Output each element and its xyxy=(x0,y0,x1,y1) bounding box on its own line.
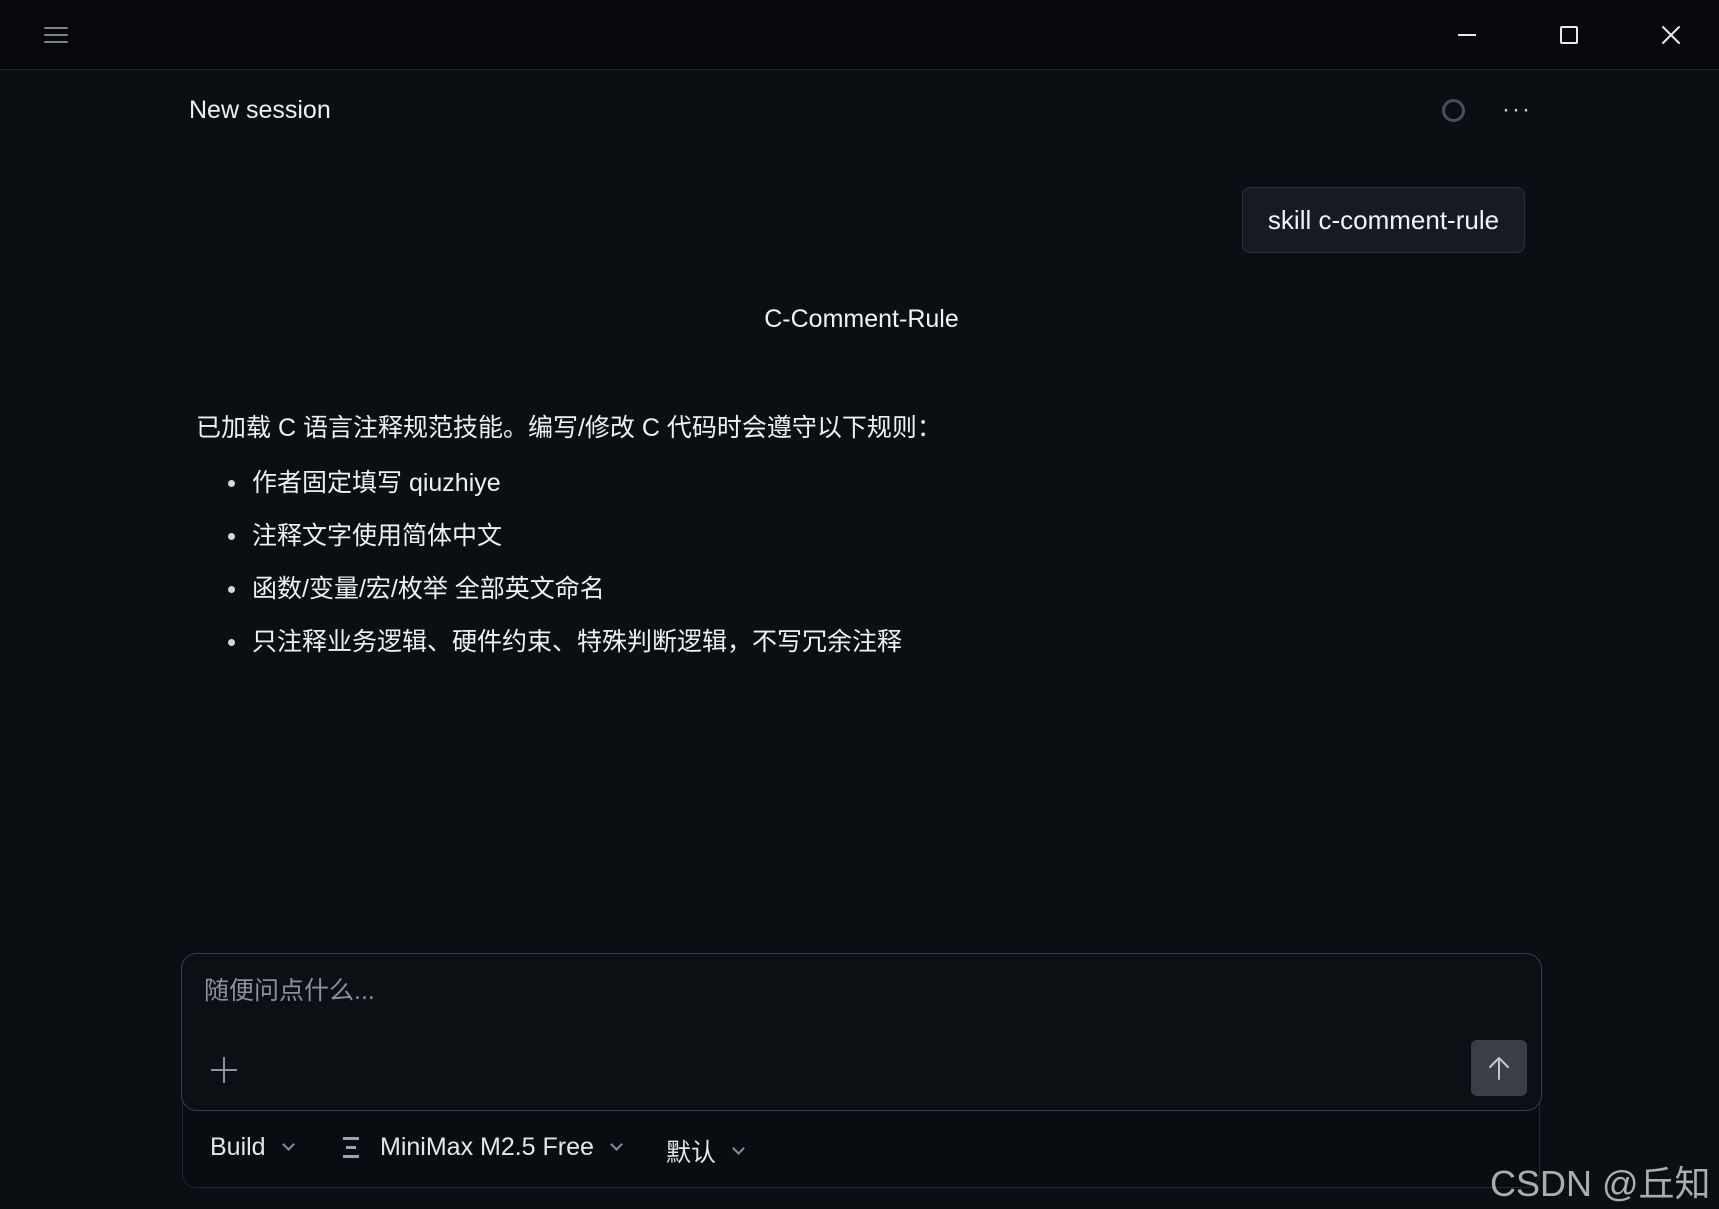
send-button[interactable] xyxy=(1471,1040,1527,1096)
model-provider-icon xyxy=(342,1136,360,1159)
message-input[interactable] xyxy=(202,970,1386,1012)
chevron-down-icon xyxy=(610,1138,623,1151)
chevron-down-icon xyxy=(732,1141,745,1155)
maximize-icon[interactable] xyxy=(1546,14,1592,56)
rule-item: 作者固定填写 qiuzhiye xyxy=(228,462,902,515)
model-label: MiniMax M2.5 Free xyxy=(380,1133,594,1161)
agent-selector[interactable]: Build xyxy=(210,1133,295,1162)
hamburger-menu-icon[interactable] xyxy=(40,22,72,48)
composer xyxy=(181,953,1542,1111)
user-message-text: skill c-comment-rule xyxy=(1267,204,1500,235)
watermark: CSDN @丘知叶 xyxy=(1490,1163,1711,1204)
more-options-button[interactable]: ··· xyxy=(1502,96,1532,124)
minimize-icon[interactable] xyxy=(1444,14,1490,56)
response-heading: C-Comment-Rule xyxy=(764,305,959,333)
variant-selector[interactable]: 默认 xyxy=(666,1133,745,1169)
plus-icon[interactable] xyxy=(208,1054,240,1086)
loading-ring-icon xyxy=(1442,99,1465,122)
rule-item: 注释文字使用简体中文 xyxy=(228,515,902,568)
user-message-bubble: skill c-comment-rule xyxy=(1242,187,1525,253)
agent-label: Build xyxy=(210,1133,266,1161)
session-title: New session xyxy=(189,96,331,124)
response-intro: 已加载 C 语言注释规范技能。编写/修改 C 代码时会遵守以下规则： xyxy=(196,414,942,442)
rule-item: 函数/变量/宏/枚举 全部英文命名 xyxy=(228,568,902,621)
rule-item: 只注释业务逻辑、硬件约束、特殊判断逻辑，不写冗余注释 xyxy=(228,621,902,674)
model-selector[interactable]: MiniMax M2.5 Free xyxy=(342,1133,623,1162)
app-window: New session ··· skill c-comment-rule C-C… xyxy=(0,0,1719,1209)
variant-label: 默认 xyxy=(666,1139,717,1167)
close-icon[interactable] xyxy=(1648,14,1694,56)
rule-list: 作者固定填写 qiuzhiye 注释文字使用简体中文 函数/变量/宏/枚举 全部… xyxy=(228,462,902,674)
title-bar xyxy=(0,0,1719,70)
arrow-up-icon xyxy=(1489,1057,1509,1080)
chevron-down-icon xyxy=(281,1138,295,1151)
